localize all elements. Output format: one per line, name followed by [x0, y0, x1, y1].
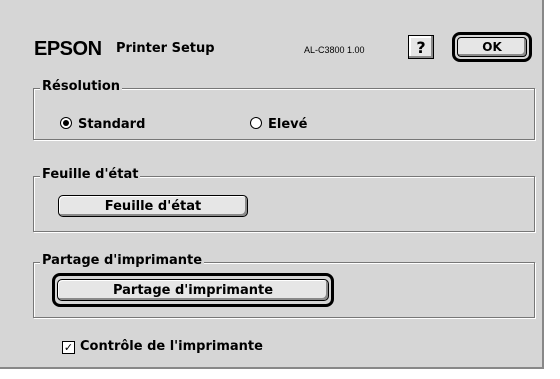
checkbox-checked-icon: ✓: [62, 341, 75, 354]
radio-standard-label: Standard: [78, 117, 146, 132]
radio-standard[interactable]: Standard: [60, 117, 145, 132]
radio-eleve-label: Elevé: [268, 117, 308, 132]
dialog-title: Printer Setup: [116, 41, 215, 56]
radio-eleve[interactable]: Elevé: [250, 117, 307, 132]
status-sheet-button[interactable]: Feuille d'état: [58, 195, 248, 217]
status-sheet-label: Feuille d'état: [40, 167, 141, 182]
epson-logo: EPSON: [34, 38, 102, 60]
printer-sharing-button[interactable]: Partage d'imprimante: [57, 279, 329, 301]
status-sheet-group: Feuille d'état Feuille d'état: [33, 167, 535, 232]
model-version: AL-C3800 1.00: [304, 45, 365, 55]
ok-button[interactable]: OK: [452, 32, 532, 62]
question-mark-icon: ?: [416, 38, 426, 57]
ok-button-label: OK: [457, 37, 527, 57]
printer-sharing-button-frame: Partage d'imprimante: [52, 273, 334, 307]
printer-sharing-label: Partage d'imprimante: [40, 253, 205, 268]
radio-unselected-icon: [250, 117, 262, 129]
printer-control-checkbox[interactable]: ✓ Contrôle de l'imprimante: [62, 339, 263, 354]
printer-sharing-group: Partage d'imprimante Partage d'imprimant…: [33, 253, 535, 318]
resolution-label: Résolution: [40, 79, 123, 94]
radio-selected-icon: [60, 117, 72, 129]
resolution-group: Résolution Standard Elevé: [33, 79, 535, 140]
printer-control-label: Contrôle de l'imprimante: [80, 339, 263, 354]
dialog-header: EPSON Printer Setup AL-C3800 1.00 ? OK: [22, 24, 534, 70]
printer-setup-dialog: EPSON Printer Setup AL-C3800 1.00 ? OK R…: [0, 0, 544, 369]
help-button[interactable]: ?: [408, 35, 434, 59]
